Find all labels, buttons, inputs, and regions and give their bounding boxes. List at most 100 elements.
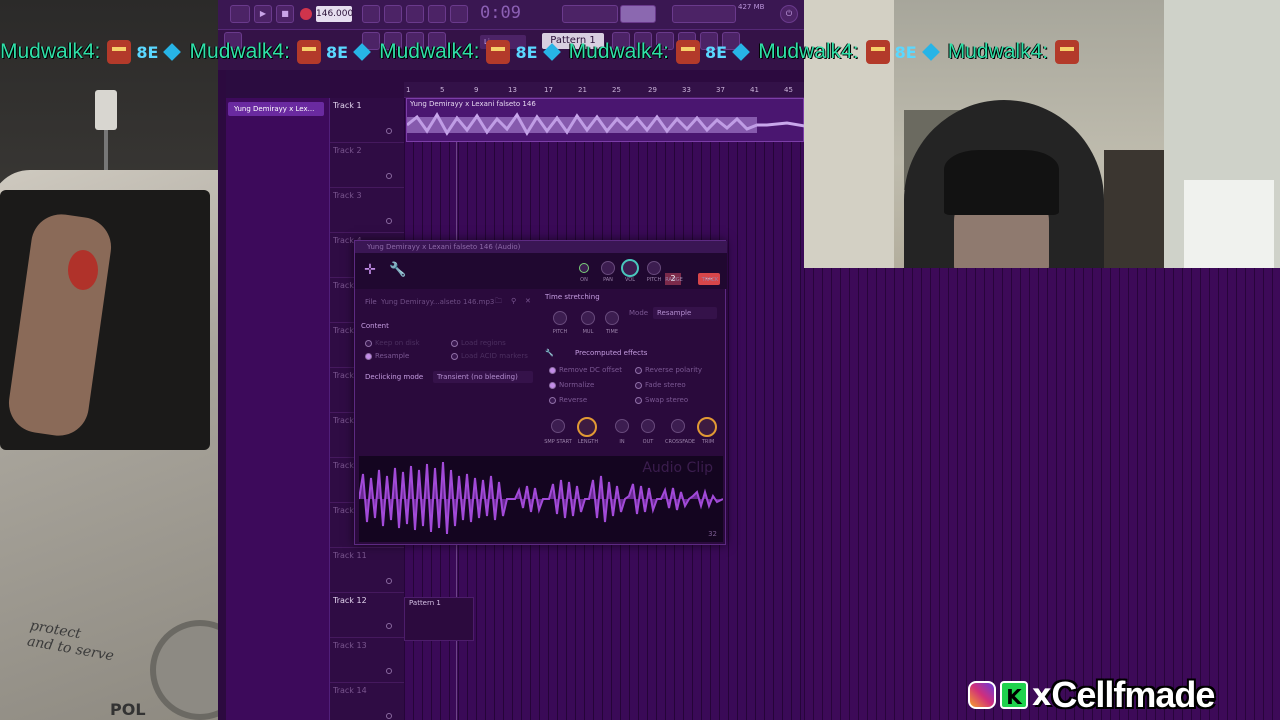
wait-button[interactable] [384, 5, 402, 23]
window [1184, 180, 1274, 268]
declicking-select[interactable]: Transient (no bleeding) [433, 371, 533, 383]
song-time: 0:09 [480, 3, 521, 23]
normalize-radio[interactable] [549, 382, 556, 389]
wrench-icon[interactable]: 🔧 [545, 349, 554, 357]
pan-knob[interactable] [601, 261, 615, 275]
chat-username: Mudwalk4: [947, 40, 1049, 63]
stream-screen: protect and to serve POL ▶ ■ 146.000 0:0… [0, 0, 1280, 720]
metronome-button[interactable] [362, 5, 380, 23]
trim-knob[interactable] [697, 417, 717, 437]
step-edit-button[interactable] [450, 5, 468, 23]
track-name: Track 2 [333, 146, 362, 155]
emote-cube-icon [921, 43, 940, 61]
audio-clip-settings-window: Yung Demirayy x Lexani falseto 146 (Audi… [354, 240, 727, 545]
transport-toolbar: ▶ ■ 146.000 0:09 427 MB ⏻ [218, 0, 804, 30]
crossfade-knob[interactable] [671, 419, 685, 433]
wrench-tab-icon[interactable]: 🔧 [387, 259, 409, 281]
stretch-mul-knob[interactable] [581, 311, 595, 325]
sample-waveform-view[interactable]: Audio Clip 32 [358, 456, 724, 542]
emote-cube-icon [732, 43, 751, 61]
track-mute-dot[interactable] [386, 218, 392, 224]
knob-label: SMP START [544, 439, 572, 445]
fade-out-knob[interactable] [641, 419, 655, 433]
wave-tab-icon[interactable]: ✛ [359, 259, 381, 281]
keep-on-disk-radio[interactable] [365, 340, 372, 347]
loop-record-button[interactable] [428, 5, 446, 23]
file-name[interactable]: Yung Demirayy...alseto 146.mp3 [381, 298, 494, 306]
track-mute-dot[interactable] [386, 173, 392, 179]
track-header-13[interactable]: Track 13 [330, 638, 404, 683]
track-mute-dot[interactable] [386, 128, 392, 134]
folder-icon[interactable]: 🗀 [495, 297, 502, 308]
track-header-11[interactable]: Track 11 [330, 548, 404, 593]
effect-label: Reverse polarity [645, 366, 703, 374]
brand-name: Cellfmade [1051, 674, 1215, 715]
audio-clip[interactable]: Yung Demirayy x Lexani falseto 146 [406, 98, 804, 142]
ruler-number: 17 [544, 86, 553, 94]
pattern-clip[interactable]: Pattern 1 [404, 597, 474, 641]
tempo-display[interactable]: 146.000 [316, 6, 353, 22]
browser-header [226, 70, 330, 98]
mode-label: Mode [629, 309, 649, 317]
resample-radio[interactable] [365, 353, 372, 360]
reverse-polarity-radio[interactable] [635, 367, 642, 374]
chat-username: Mudwalk4: [189, 40, 290, 63]
emote-face-icon [1055, 40, 1080, 64]
knob-label: TRACK [701, 277, 719, 283]
time-stretching-heading: Time stretching [545, 293, 600, 301]
track-mute-dot[interactable] [386, 623, 392, 629]
track-header-14[interactable]: Track 14 [330, 683, 404, 720]
stop-button[interactable]: ■ [276, 5, 294, 23]
stretch-time-knob[interactable] [605, 311, 619, 325]
close-file-icon[interactable]: ✕ [525, 297, 531, 305]
fade-stereo-radio[interactable] [635, 382, 642, 389]
track-mute-dot[interactable] [386, 668, 392, 674]
on-switch[interactable] [579, 263, 589, 273]
track-name: Track 14 [333, 686, 367, 695]
knob-label: LENGTH [577, 439, 599, 445]
track-mute-dot[interactable] [386, 713, 392, 719]
stretch-mode-select[interactable]: Resample [653, 307, 717, 319]
knob-label: CROSSFADE [665, 439, 696, 445]
track-mute-dot[interactable] [386, 578, 392, 584]
ruler-number: 13 [508, 86, 517, 94]
emote-cube-icon [163, 43, 182, 61]
playlist-grid-extension [804, 268, 1280, 720]
swap-stereo-radio[interactable] [635, 397, 642, 404]
timeline-ruler[interactable]: 1 5 9 13 17 21 25 29 33 37 41 45 [404, 82, 804, 98]
blend-button[interactable] [406, 5, 424, 23]
tag-icon[interactable]: ⚲ [511, 297, 516, 305]
cpu-meter [672, 5, 736, 23]
track-header-1[interactable]: Track 1 [330, 98, 404, 143]
load-regions-radio[interactable] [451, 340, 458, 347]
volume-knob[interactable] [621, 259, 639, 277]
file-label: File [365, 298, 377, 306]
stretch-pitch-knob[interactable] [553, 311, 567, 325]
pat-song-toggle[interactable] [230, 5, 250, 23]
length-knob[interactable] [577, 417, 597, 437]
play-button[interactable]: ▶ [254, 5, 272, 23]
track-header-12[interactable]: Track 12 [330, 593, 404, 638]
fade-in-knob[interactable] [615, 419, 629, 433]
pitch-knob[interactable] [647, 261, 661, 275]
track-header-3[interactable]: Track 3 [330, 188, 404, 233]
streamer-branding: K x Cellfmade [962, 670, 1280, 720]
precomputed-heading: Precomputed effects [575, 349, 648, 357]
emote-face-icon [296, 40, 321, 64]
track-name: Track 13 [333, 641, 367, 650]
declicking-label: Declicking mode [365, 373, 424, 381]
track-name: Track 12 [333, 596, 367, 605]
power-icon[interactable]: ⏻ [780, 5, 798, 23]
window-title[interactable]: Yung Demirayy x Lexani falseto 146 (Audi… [355, 241, 727, 253]
chat-ticker: Mudwalk4: 8E Mudwalk4: 8E Mudwalk4: 8E Mudw… [0, 40, 1280, 70]
audio-clip-watermark: Audio Clip [642, 460, 713, 476]
sample-start-knob[interactable] [551, 419, 565, 433]
remove-dc-radio[interactable] [549, 367, 556, 374]
chat-username: Mudwalk4: [758, 40, 859, 63]
browser-clip-item[interactable]: Yung Demirayy x Lex... [228, 102, 324, 116]
record-button[interactable] [300, 8, 312, 20]
track-header-2[interactable]: Track 2 [330, 143, 404, 188]
emote-8e-icon: 8E [515, 42, 538, 62]
load-acid-radio[interactable] [451, 353, 458, 360]
reverse-radio[interactable] [549, 397, 556, 404]
